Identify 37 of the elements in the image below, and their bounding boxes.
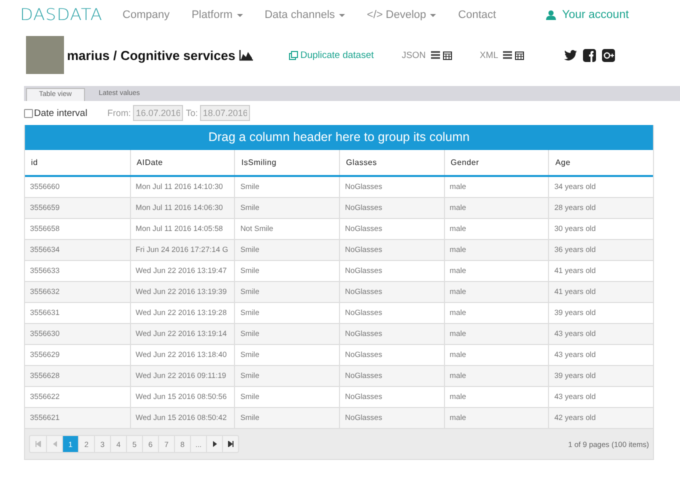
duplicate-link[interactable]: Duplicate dataset — [289, 50, 374, 60]
facebook-icon[interactable] — [583, 48, 596, 62]
user-icon — [546, 10, 556, 20]
last-page-icon — [228, 441, 234, 447]
photo-placeholder — [26, 36, 64, 74]
group-panel[interactable]: Drag a column header here to group its column — [25, 125, 653, 150]
nav-item[interactable]: </> Develop — [366, 9, 436, 21]
dataset-title: marius / Cognitive services — [67, 48, 236, 62]
column-header[interactable]: Glasses — [338, 150, 444, 175]
right-triangle-icon — [212, 441, 216, 447]
nav-item[interactable]: Data channels — [264, 9, 345, 21]
area-chart-icon — [239, 50, 254, 60]
checkbox[interactable] — [24, 108, 33, 118]
logo[interactable]: DASDATA — [20, 6, 103, 24]
column-header[interactable]: IsSmiling — [234, 150, 339, 175]
export-label: XML — [480, 50, 498, 60]
checkbox-label: Date interval — [34, 108, 88, 118]
export-label: JSON — [402, 50, 426, 60]
calendar-icon[interactable] — [515, 50, 524, 60]
to-label: To: — [186, 108, 198, 118]
list-icon[interactable] — [430, 51, 440, 59]
column-header[interactable]: Age — [548, 150, 653, 175]
nav-item[interactable]: Company — [122, 9, 170, 21]
nav-item[interactable]: Platform — [192, 9, 243, 21]
google-plus-icon[interactable] — [602, 48, 616, 62]
copy-icon — [289, 50, 298, 60]
column-header[interactable]: Gender — [444, 150, 548, 175]
nav-item[interactable]: Contact — [458, 9, 496, 21]
calendar-icon[interactable] — [442, 50, 452, 60]
list-icon[interactable] — [503, 51, 512, 59]
twitter-icon[interactable] — [564, 50, 578, 60]
column-header[interactable]: id — [25, 150, 130, 175]
account-link[interactable]: Your account — [546, 9, 629, 21]
first-page-icon — [35, 441, 41, 447]
column-header[interactable]: AIDate — [130, 150, 234, 175]
left-triangle-icon — [52, 441, 56, 447]
from-label: From: — [107, 108, 131, 118]
